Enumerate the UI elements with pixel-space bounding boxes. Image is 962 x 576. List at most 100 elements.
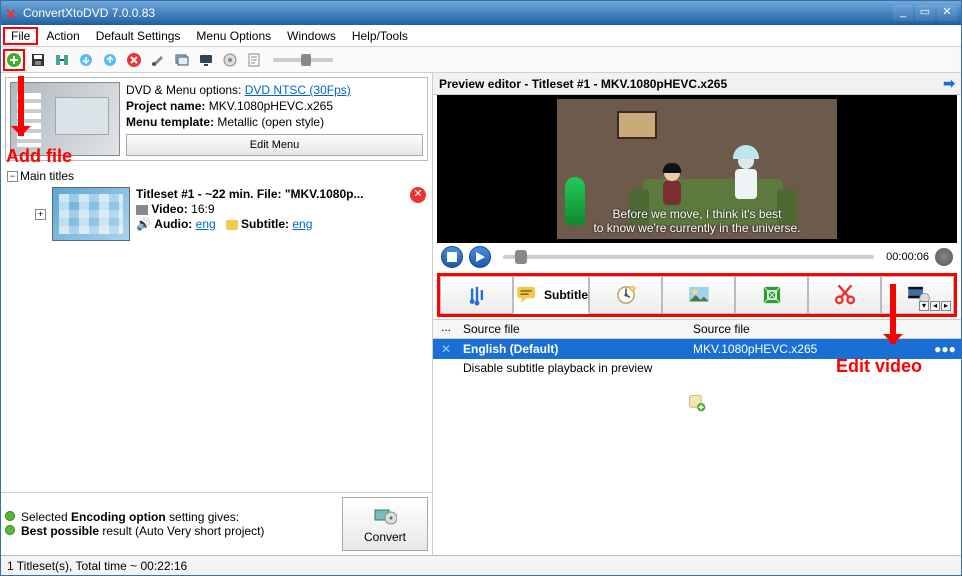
- playback-bar: 00:00:06: [433, 243, 961, 271]
- menu-template-value: Metallic (open style): [217, 115, 324, 129]
- subtitle-row-option[interactable]: Disable subtitle playback in preview: [433, 359, 961, 377]
- close-button[interactable]: ✕: [937, 5, 957, 21]
- col-source2[interactable]: Source file: [689, 320, 961, 338]
- window-buttons: _ ▭ ✕: [893, 5, 957, 21]
- preview-subtitle: Before we move, I think it's best to kno…: [557, 207, 837, 235]
- down-button[interactable]: [77, 51, 95, 69]
- subtitle-label: Subtitle:: [241, 217, 289, 231]
- preview-header: Preview editor - Titleset #1 - MKV.1080p…: [433, 73, 961, 95]
- remove-button[interactable]: [125, 51, 143, 69]
- convert-button[interactable]: Convert: [342, 497, 428, 551]
- subtitle-row-selected[interactable]: ✕ English (Default) MKV.1080pHEVC.x265 ●…: [433, 339, 961, 359]
- undock-icon[interactable]: ➡: [943, 75, 955, 92]
- menu-template-label: Menu template:: [126, 115, 214, 129]
- zoom-slider[interactable]: [273, 58, 333, 62]
- titleset-title: Titleset #1 - ~22 min. File: "MKV.1080p.…: [136, 187, 363, 201]
- tab-prev-button[interactable]: ◂: [930, 301, 940, 311]
- convert-icon: [373, 504, 397, 528]
- seek-slider[interactable]: [503, 255, 874, 259]
- video-label: Video:: [151, 202, 187, 216]
- project-name-label: Project name:: [126, 99, 205, 113]
- tab-subtitle[interactable]: Subtitle: [513, 276, 589, 314]
- volume-knob[interactable]: [935, 248, 953, 266]
- tab-audio[interactable]: [440, 276, 513, 314]
- add-subtitle-area: [433, 377, 961, 416]
- remove-titleset-button[interactable]: ✕: [410, 187, 426, 203]
- burn-button[interactable]: [221, 51, 239, 69]
- enc-t3: setting gives:: [166, 510, 239, 524]
- encode-message: Selected Encoding option setting gives: …: [5, 510, 334, 538]
- dvd-options-link[interactable]: DVD NTSC (30Fps): [245, 83, 351, 97]
- menu-windows[interactable]: Windows: [279, 27, 344, 45]
- enc-t1: Selected: [21, 510, 71, 524]
- log-button[interactable]: [245, 51, 263, 69]
- save-button[interactable]: [29, 51, 47, 69]
- left-pane: DVD & Menu options: DVD NTSC (30Fps) Pro…: [1, 73, 433, 555]
- display-button[interactable]: [197, 51, 215, 69]
- main-split: DVD & Menu options: DVD NTSC (30Fps) Pro…: [1, 73, 961, 555]
- play-button[interactable]: [469, 246, 491, 268]
- annotation-arrow-editvideo: [890, 284, 896, 344]
- audio-link[interactable]: eng: [196, 217, 216, 231]
- titleset-row[interactable]: + Titleset #1 - ~22 min. File: "MKV.1080…: [35, 187, 426, 241]
- project-panel: DVD & Menu options: DVD NTSC (30Fps) Pro…: [5, 77, 428, 161]
- enc-t5: result (Auto Very short project): [99, 524, 264, 538]
- editor-tabs: Subtitle ▾ ◂ ▸: [437, 273, 957, 317]
- app-icon: ✕: [5, 6, 19, 20]
- up-button[interactable]: [101, 51, 119, 69]
- batch-button[interactable]: [173, 51, 191, 69]
- merge-button[interactable]: [53, 51, 71, 69]
- subtitle-link[interactable]: eng: [292, 217, 312, 231]
- menu-help-tools[interactable]: Help/Tools: [344, 27, 416, 45]
- titleset-tree: − Main titles + Titleset #1 - ~22 min. F…: [1, 165, 432, 492]
- audio-label: Audio:: [154, 217, 192, 231]
- tab-crop[interactable]: [735, 276, 808, 314]
- tab-image[interactable]: [662, 276, 735, 314]
- menu-menu-options[interactable]: Menu Options: [188, 27, 279, 45]
- sub-line1: Before we move, I think it's best: [557, 207, 837, 221]
- options-label: DVD & Menu options:: [126, 83, 241, 97]
- tab-nav-arrows: ▾ ◂ ▸: [919, 301, 951, 311]
- row-close-icon[interactable]: ✕: [433, 342, 459, 356]
- stop-button[interactable]: [441, 246, 463, 268]
- tab-cut[interactable]: [808, 276, 881, 314]
- menubar: File Action Default Settings Menu Option…: [1, 25, 961, 47]
- titleset-info: Titleset #1 - ~22 min. File: "MKV.1080p.…: [136, 187, 404, 232]
- subtitle-lang: English (Default): [459, 342, 689, 356]
- menu-action[interactable]: Action: [38, 27, 87, 45]
- collapse-icon[interactable]: −: [7, 171, 18, 182]
- status-dot-icon: [5, 525, 15, 535]
- settings-button[interactable]: [149, 51, 167, 69]
- film-icon: [136, 205, 148, 215]
- video-thumbnail[interactable]: [52, 187, 130, 241]
- col-source1[interactable]: Source file: [459, 320, 689, 338]
- project-info: DVD & Menu options: DVD NTSC (30Fps) Pro…: [126, 82, 423, 156]
- expand-icon[interactable]: +: [35, 209, 46, 220]
- add-subtitle-icon[interactable]: [687, 393, 707, 413]
- right-pane: Preview editor - Titleset #1 - MKV.1080p…: [433, 73, 961, 555]
- status-dot-icon: [5, 511, 15, 521]
- disable-subtitle-text: Disable subtitle playback in preview: [459, 361, 961, 375]
- minimize-button[interactable]: _: [893, 5, 913, 21]
- menu-file[interactable]: File: [3, 27, 38, 45]
- tree-root[interactable]: − Main titles: [7, 169, 426, 183]
- row-more-button[interactable]: ●●●: [929, 342, 961, 356]
- maximize-button[interactable]: ▭: [915, 5, 935, 21]
- col-expand[interactable]: ...: [433, 320, 459, 338]
- project-name-value: MKV.1080pHEVC.x265: [209, 99, 333, 113]
- add-file-button[interactable]: [5, 51, 23, 69]
- preview-frame: Before we move, I think it's best to kno…: [557, 99, 837, 239]
- subtitle-list-header: ... Source file Source file: [433, 319, 961, 339]
- convert-label: Convert: [364, 530, 406, 544]
- menu-default-settings[interactable]: Default Settings: [88, 27, 189, 45]
- tab-next-button[interactable]: ▸: [941, 301, 951, 311]
- edit-menu-button[interactable]: Edit Menu: [126, 134, 423, 156]
- tab-chapters[interactable]: [589, 276, 662, 314]
- enc-t2: Encoding option: [71, 510, 166, 524]
- sub-line2: to know we're currently in the universe.: [557, 221, 837, 235]
- tab-dropdown-button[interactable]: ▾: [919, 301, 929, 311]
- timecode: 00:00:06: [886, 251, 929, 263]
- toolbar: [1, 47, 961, 73]
- video-preview[interactable]: Before we move, I think it's best to kno…: [437, 95, 957, 243]
- tree-root-label: Main titles: [20, 169, 74, 183]
